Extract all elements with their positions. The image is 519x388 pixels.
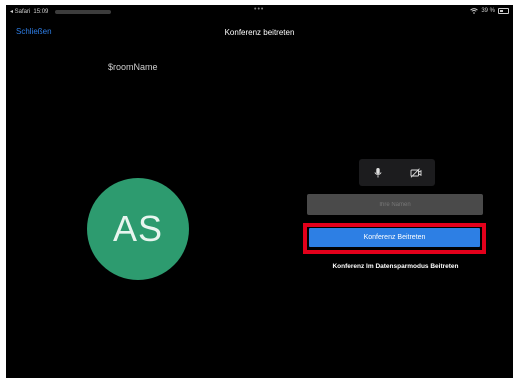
video-off-icon <box>410 167 422 178</box>
room-name: $roomName <box>108 62 158 72</box>
media-controls <box>359 159 435 186</box>
name-input[interactable] <box>307 194 483 215</box>
multitasking-dots[interactable]: ••• <box>254 6 264 13</box>
status-date-blurred <box>55 9 112 14</box>
status-time: 15:09 <box>33 8 49 15</box>
join-low-bandwidth-link[interactable]: Konferenz Im Datensparmodus Beitreten <box>302 263 489 270</box>
avatar-initials: AS <box>112 208 164 249</box>
page-title: Konferenz beitreten <box>224 28 295 37</box>
back-to-safari-link[interactable]: ◂ Safari <box>10 8 30 15</box>
battery-icon <box>498 8 509 14</box>
status-right: 39 % <box>470 8 509 14</box>
app-screen: ◂ Safari 15:09 ••• 39 % Schließen Konfer… <box>6 5 513 378</box>
microphone-toggle[interactable] <box>359 159 397 186</box>
status-left: ◂ Safari 15:09 <box>10 8 112 15</box>
join-conference-button[interactable]: Konferenz Beitreten <box>309 228 480 247</box>
microphone-icon <box>374 167 382 177</box>
camera-toggle[interactable] <box>397 159 435 186</box>
avatar: AS <box>87 178 189 280</box>
wifi-icon <box>470 8 479 14</box>
battery-percentage: 39 % <box>481 8 495 14</box>
status-bar: ◂ Safari 15:09 ••• 39 % <box>6 5 513 19</box>
navigation-bar: Schließen Konferenz beitreten <box>6 19 513 51</box>
